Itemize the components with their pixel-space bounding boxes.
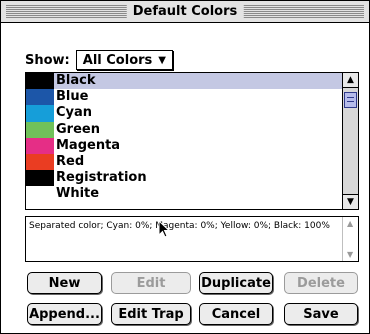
edit-button[interactable]: Edit bbox=[111, 272, 191, 294]
color-name: Black bbox=[54, 73, 342, 90]
color-name: Red bbox=[56, 153, 85, 169]
cancel-button[interactable]: Cancel bbox=[199, 303, 273, 325]
color-name: Cyan bbox=[56, 105, 93, 121]
mouse-pointer-icon bbox=[158, 220, 170, 238]
arrow-down-icon[interactable]: ▼ bbox=[343, 194, 358, 209]
color-swatch bbox=[26, 89, 54, 106]
append-button[interactable]: Append... bbox=[27, 303, 102, 325]
color-swatch bbox=[26, 121, 54, 138]
new-button[interactable]: New bbox=[27, 272, 102, 294]
show-popup-value: All Colors bbox=[82, 52, 153, 68]
arrow-up-icon: ▲ bbox=[347, 219, 354, 228]
color-swatch bbox=[26, 153, 54, 171]
color-row-green[interactable]: Green bbox=[26, 121, 342, 138]
color-row-black[interactable]: Black bbox=[26, 73, 342, 90]
show-filter-row: Show: All Colors ▼ bbox=[25, 50, 173, 70]
color-row-cyan[interactable]: Cyan bbox=[26, 105, 342, 122]
dialog-title: Default Colors bbox=[126, 3, 244, 20]
duplicate-button[interactable]: Duplicate bbox=[199, 272, 273, 294]
color-name: Registration bbox=[56, 170, 147, 186]
scroll-thumb[interactable] bbox=[344, 92, 357, 108]
color-row-red[interactable]: Red bbox=[26, 153, 342, 171]
edit-trap-button[interactable]: Edit Trap bbox=[111, 303, 191, 325]
color-swatch bbox=[26, 170, 54, 187]
show-popup-menu[interactable]: All Colors ▼ bbox=[75, 50, 173, 70]
color-row-magenta[interactable]: Magenta bbox=[26, 137, 342, 154]
default-colors-dialog: Default Colors Show: All Colors ▼ Black … bbox=[0, 0, 370, 334]
color-list-rows: Black Blue Cyan Green Magenta Red Regist… bbox=[26, 73, 342, 209]
color-description: Separated color; Cyan: 0%; Magenta: 0%; … bbox=[29, 221, 330, 231]
color-list-scrollbar[interactable]: ▲ ▼ bbox=[342, 73, 358, 209]
color-name: Green bbox=[56, 121, 100, 137]
arrow-up-icon[interactable]: ▲ bbox=[343, 73, 358, 88]
triangle-down-icon: ▼ bbox=[158, 54, 166, 66]
color-swatch bbox=[26, 105, 54, 122]
description-scrollbar: ▲ ▼ bbox=[342, 217, 358, 261]
color-name: White bbox=[56, 186, 100, 202]
color-row-white[interactable]: White bbox=[26, 186, 342, 203]
color-name: Blue bbox=[56, 89, 89, 105]
color-list[interactable]: Black Blue Cyan Green Magenta Red Regist… bbox=[25, 72, 359, 210]
arrow-down-icon: ▼ bbox=[347, 250, 354, 259]
title-bar[interactable]: Default Colors bbox=[1, 1, 369, 23]
color-swatch bbox=[26, 73, 54, 90]
color-name: Magenta bbox=[56, 137, 121, 153]
color-row-registration[interactable]: Registration bbox=[26, 170, 342, 187]
save-button[interactable]: Save bbox=[284, 303, 358, 325]
show-label: Show: bbox=[25, 52, 70, 68]
color-description-box: Separated color; Cyan: 0%; Magenta: 0%; … bbox=[25, 216, 359, 262]
color-swatch bbox=[26, 186, 54, 203]
color-row-blue[interactable]: Blue bbox=[26, 89, 342, 106]
color-swatch bbox=[26, 137, 54, 154]
delete-button[interactable]: Delete bbox=[284, 272, 358, 294]
